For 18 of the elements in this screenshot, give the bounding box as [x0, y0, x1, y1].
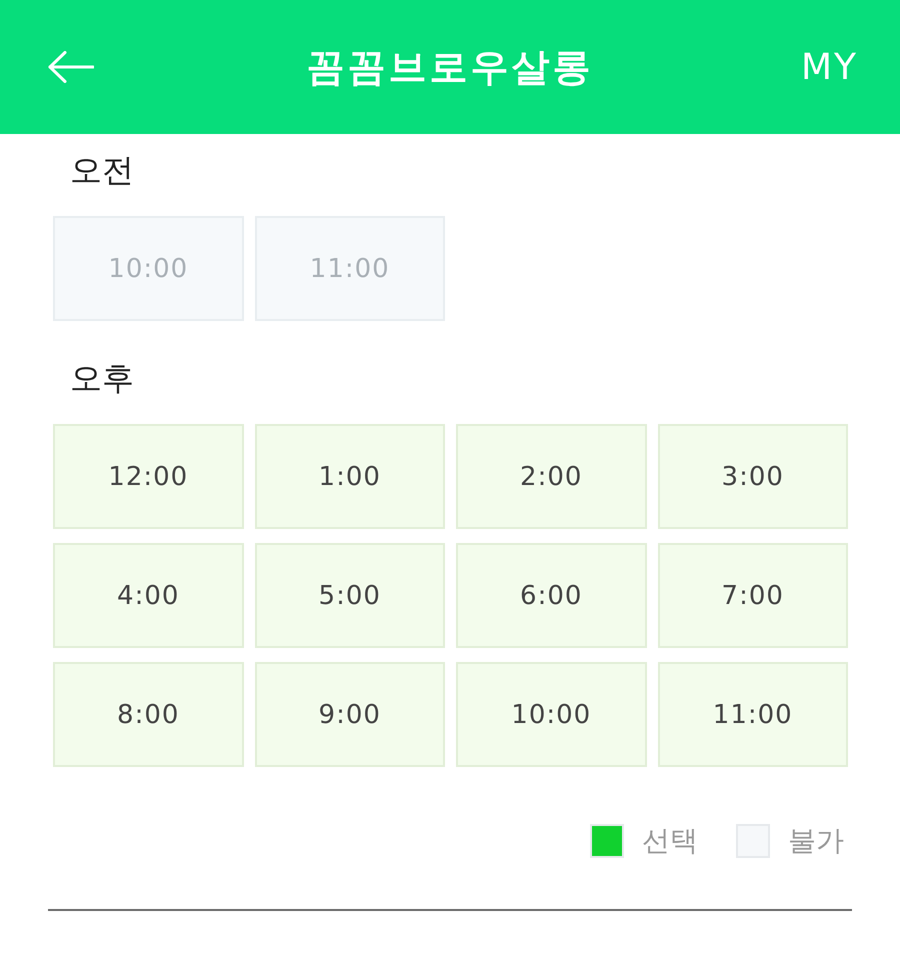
time-slot-button[interactable]: 1:00: [254, 424, 445, 529]
section-label: 오후: [70, 358, 134, 399]
page-title: 꼼꼼브로우살롱: [306, 44, 594, 90]
time-slot-button[interactable]: 8:00: [53, 662, 244, 767]
back-button[interactable]: [48, 51, 94, 83]
time-slot-button[interactable]: 12:00: [53, 424, 244, 529]
time-slot-button[interactable]: 5:00: [254, 543, 445, 648]
time-slot-button[interactable]: 2:00: [456, 424, 646, 529]
legend-label: 불가: [788, 824, 844, 858]
time-slot-button[interactable]: 10:00: [456, 662, 646, 767]
time-slot-button[interactable]: 7:00: [658, 543, 848, 648]
time-slot-button[interactable]: 4:00: [53, 543, 244, 648]
time-slot-button[interactable]: 3:00: [658, 424, 848, 529]
time-slot-button[interactable]: 6:00: [456, 543, 646, 648]
legend-label: 선택: [642, 824, 698, 858]
time-slot-button[interactable]: 11:00: [658, 662, 848, 767]
time-slot-button[interactable]: 9:00: [254, 662, 445, 767]
section-label: 오전: [70, 150, 134, 191]
